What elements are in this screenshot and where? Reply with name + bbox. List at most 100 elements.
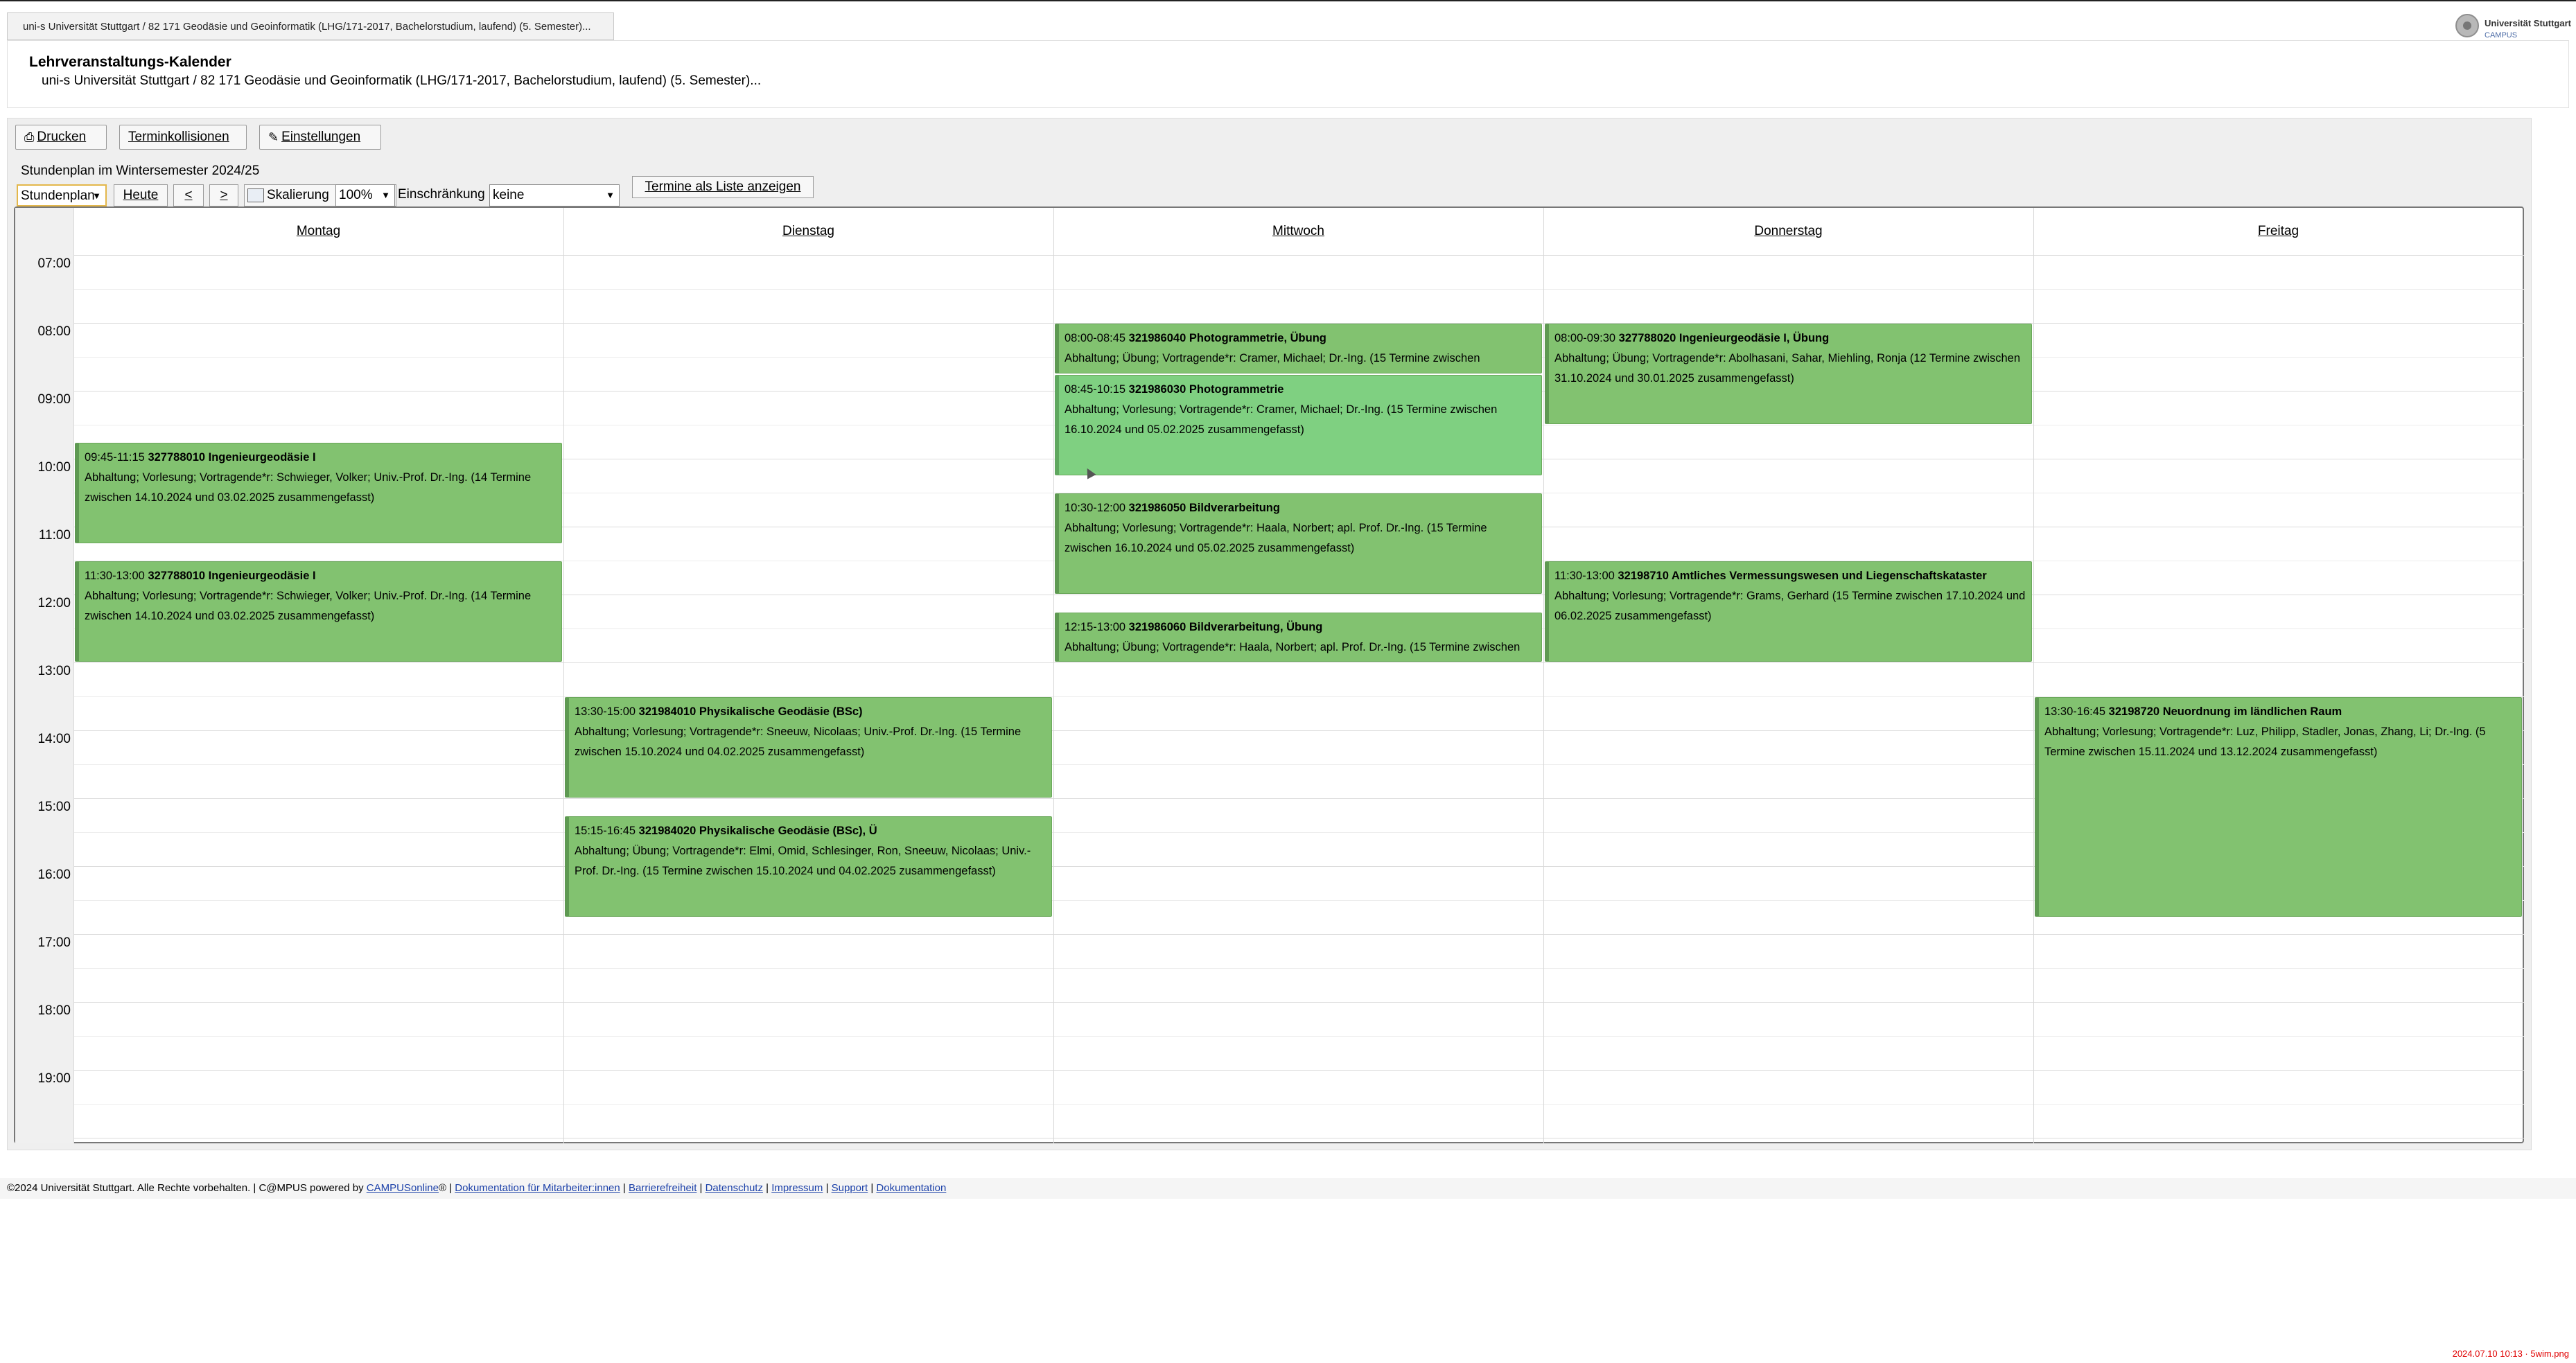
event-description: Abhaltung; Vorlesung; Vortragende*r: Sne… <box>575 726 1022 758</box>
event-name: Neuordnung im ländlichen Raum <box>2162 705 2342 718</box>
collisions-button[interactable]: Terminkollisionen <box>119 125 247 150</box>
hour-label: 08:00 <box>37 324 71 339</box>
calendar-event[interactable]: 11:30-13:00 32198710 Amtliches Vermessun… <box>1545 561 2032 662</box>
calendar-event[interactable]: 08:00-09:30 327788020 Ingenieurgeodäsie … <box>1545 324 2032 424</box>
day-header-donnerstag[interactable]: Donnerstag <box>1543 208 2033 255</box>
week-calendar: Montag Dienstag Mittwoch Donnerstag Freitag 0… <box>14 206 2524 1143</box>
restriction-label: Einschränkung <box>398 187 485 202</box>
logo-name: Universität Stuttgart <box>2485 18 2571 28</box>
event-code: 321986040 <box>1128 332 1186 344</box>
calendar-event[interactable]: 15:15-16:45 321984020 Physikalische Geod… <box>565 816 1052 917</box>
event-description: Abhaltung; Übung; Vortragende*r: Cramer,… <box>1064 352 1480 364</box>
university-logo[interactable]: Universität Stuttgart CAMPUS <box>2455 12 2573 43</box>
event-time: 15:15-16:45 <box>575 824 636 837</box>
campusonline-link[interactable]: CAMPUSonline <box>367 1182 439 1194</box>
footer-link[interactable]: Barrierefreiheit <box>629 1182 696 1194</box>
footer-separator: | <box>620 1182 629 1194</box>
footer-link[interactable]: Dokumentation für Mitarbeiter:innen <box>455 1182 620 1194</box>
settings-label: Einstellungen <box>281 130 361 145</box>
calendar-event[interactable]: 08:45-10:15 321986030 Photogrammetrie Abh… <box>1055 374 1542 475</box>
calendar-icon <box>247 188 264 202</box>
footer-links: Dokumentation für Mitarbeiter:innen | Ba… <box>455 1182 946 1194</box>
event-code: 327788020 <box>1618 332 1676 344</box>
calendar-event[interactable]: 13:30-15:00 321984010 Physikalische Geod… <box>565 697 1052 798</box>
calendar-event[interactable]: 10:30-12:00 321986050 Bildverarbeitung Ab… <box>1055 493 1542 594</box>
event-title: 15:15-16:45 321984020 Physikalische Geod… <box>575 821 1047 841</box>
event-name: Physikalische Geodäsie (BSc) <box>699 705 863 718</box>
hour-label: 19:00 <box>37 1071 71 1086</box>
event-name: Bildverarbeitung <box>1189 502 1280 514</box>
event-title: 13:30-15:00 321984010 Physikalische Geod… <box>575 702 1047 722</box>
calendar-event[interactable]: 12:15-13:00 321986060 Bildverarbeitung, … <box>1055 612 1542 662</box>
printer-icon: ⎙ <box>24 130 35 144</box>
half-hour-line <box>73 968 2524 969</box>
footer-separator: | <box>868 1182 877 1194</box>
event-code: 321984010 <box>638 705 696 718</box>
view-select[interactable]: Stundenplan ▼ <box>17 184 107 206</box>
prev-button[interactable]: < <box>173 184 204 206</box>
footer-separator: | <box>762 1182 772 1194</box>
next-button[interactable]: > <box>209 184 238 206</box>
event-description: Abhaltung; Vorlesung; Vortragende*r: Luz… <box>2044 726 2486 758</box>
page-title: Lehrveranstaltungs-Kalender <box>29 54 231 70</box>
event-code: 32198710 <box>1618 570 1669 582</box>
event-name: Photogrammetrie, Übung <box>1189 332 1326 344</box>
calendar-event[interactable]: 08:00-08:45 321986040 Photogrammetrie, Ü… <box>1055 324 1542 373</box>
footer-link[interactable]: Impressum <box>771 1182 823 1194</box>
hour-label: 13:00 <box>37 664 71 678</box>
calendar-event[interactable]: 13:30-16:45 32198720 Neuordnung im ländl… <box>2035 697 2522 917</box>
event-time: 08:45-10:15 <box>1064 382 1126 396</box>
event-description: Abhaltung; Übung; Vortragende*r: Haala, … <box>1064 640 1521 653</box>
event-name: Ingenieurgeodäsie I <box>208 450 316 464</box>
chevron-down-icon: ▼ <box>606 190 615 200</box>
settings-button[interactable]: ✎ Einstellungen <box>259 125 381 150</box>
day-column-divider <box>563 208 564 1143</box>
event-description: Abhaltung; Vorlesung; Vortragende*r: Cra… <box>1064 403 1498 436</box>
day-header-montag[interactable]: Montag <box>73 208 563 255</box>
event-time: 08:00-09:30 <box>1554 332 1616 344</box>
today-button[interactable]: Heute <box>114 184 168 206</box>
hour-label: 09:00 <box>37 392 71 407</box>
footer-reg: ® | <box>438 1182 455 1194</box>
footer-link[interactable]: Dokumentation <box>876 1182 946 1194</box>
calendar-event[interactable]: 11:30-13:00 327788010 Ingenieurgeodäsie … <box>75 561 562 662</box>
event-name: Physikalische Geodäsie (BSc), Ü <box>699 824 877 837</box>
hour-line <box>73 1002 2524 1003</box>
event-title: 10:30-12:00 321986050 Bildverarbeitung <box>1064 498 1537 518</box>
event-title: 11:30-13:00 32198710 Amtliches Vermessun… <box>1554 566 2027 586</box>
day-header-dienstag[interactable]: Dienstag <box>563 208 1053 255</box>
pencil-icon: ✎ <box>268 130 279 144</box>
hour-line <box>73 934 2524 935</box>
event-code: 321986030 <box>1128 382 1186 396</box>
hour-line <box>73 662 2524 663</box>
event-time: 13:30-15:00 <box>575 705 636 718</box>
event-code: 321986060 <box>1128 620 1186 633</box>
print-button[interactable]: ⎙ Drucken <box>15 125 107 150</box>
day-header-mittwoch[interactable]: Mittwoch <box>1053 208 1543 255</box>
footer-copyright: ©2024 Universität Stuttgart. Alle Rechte… <box>7 1182 367 1194</box>
scale-select[interactable]: 100% ▼ <box>335 184 395 206</box>
event-code: 321984020 <box>638 824 696 837</box>
footer-link[interactable]: Support <box>832 1182 868 1194</box>
hour-label: 16:00 <box>37 868 71 882</box>
hour-label: 07:00 <box>37 256 71 271</box>
scale-value: 100% <box>339 188 373 202</box>
footer-link[interactable]: Datenschutz <box>706 1182 763 1194</box>
window-tab[interactable]: uni-s Universität Stuttgart / 82 171 Geo… <box>7 12 614 40</box>
day-header-freitag[interactable]: Freitag <box>2033 208 2523 255</box>
hour-label: 12:00 <box>37 596 71 610</box>
view-select-value: Stundenplan <box>21 188 95 203</box>
restriction-select[interactable]: keine ▼ <box>489 184 620 206</box>
half-hour-line <box>73 1104 2524 1105</box>
day-column-divider <box>1053 208 1054 1143</box>
collisions-label: Terminkollisionen <box>128 130 229 144</box>
hour-label: 14:00 <box>37 732 71 746</box>
event-time: 11:30-13:00 <box>85 570 145 582</box>
chevron-down-icon: ▼ <box>381 190 390 200</box>
list-view-button[interactable]: Termine als Liste anzeigen <box>632 176 814 198</box>
page-subtitle: uni-s Universität Stuttgart / 82 171 Geo… <box>42 73 762 88</box>
calendar-event[interactable]: 09:45-11:15 327788010 Ingenieurgeodäsie … <box>75 442 562 543</box>
footer: ©2024 Universität Stuttgart. Alle Rechte… <box>0 1178 2576 1199</box>
event-description: Abhaltung; Vorlesung; Vortragende*r: Sch… <box>85 471 532 504</box>
semester-label: Stundenplan im Wintersemester 2024/25 <box>21 164 260 178</box>
